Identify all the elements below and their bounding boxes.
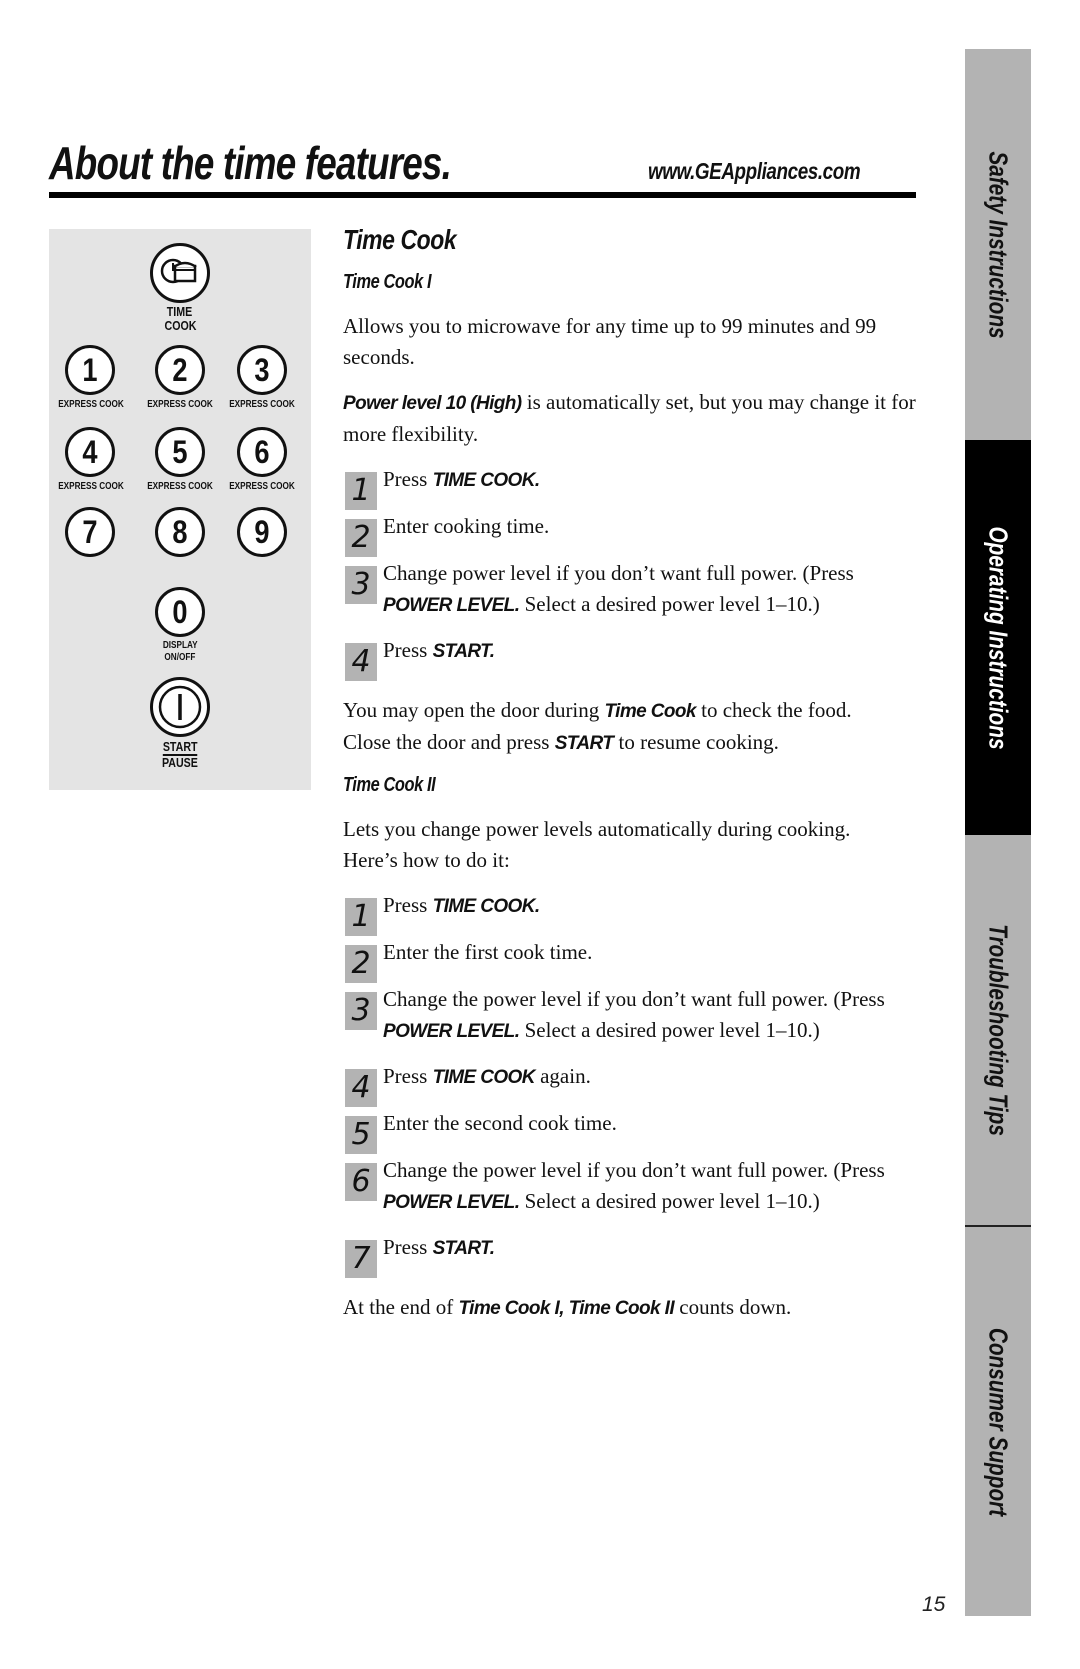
section-title: Time Cook xyxy=(343,224,457,255)
step-number-badge: 3 xyxy=(345,566,377,604)
step-number-badge: 1 xyxy=(345,472,377,510)
step-number-badge: 7 xyxy=(345,1240,377,1278)
key-1-label: EXPRESS COOK xyxy=(58,399,124,410)
step-item: 2 Enter the first cook time. xyxy=(343,937,923,983)
power-icon xyxy=(158,685,202,729)
step-number-badge: 4 xyxy=(345,643,377,681)
step-number-badge: 6 xyxy=(345,1163,377,1201)
step-item: 3 Change the power level if you don’t wa… xyxy=(343,984,943,1047)
key-3-label: EXPRESS COOK xyxy=(229,399,295,410)
key-4[interactable]: 4 xyxy=(65,427,115,477)
key-6[interactable]: 6 xyxy=(237,427,287,477)
time-cook-key[interactable] xyxy=(150,243,210,303)
website-url[interactable]: www.GEAppliances.com xyxy=(648,158,861,184)
content-column: Time Cook Time Cook I Allows you to micr… xyxy=(343,224,923,1338)
key-4-label: EXPRESS COOK xyxy=(58,481,124,492)
keypad-illustration: TIME COOK 1 2 3 EXPRESS COOK EXPRESS COOK… xyxy=(49,229,311,790)
power-level-note: Power level 10 (High) is automatically s… xyxy=(343,390,916,446)
clock-dish-icon xyxy=(160,258,197,284)
time-cook-1-intro: Allows you to microwave for any time up … xyxy=(343,314,877,369)
section-tabs: Safety Instructions Operating Instructio… xyxy=(965,49,1031,1616)
key-2-label: EXPRESS COOK xyxy=(147,399,213,410)
key-1[interactable]: 1 xyxy=(65,345,115,395)
step-item: 6 Change the power level if you don’t wa… xyxy=(343,1155,943,1218)
tab-operating-instructions[interactable]: Operating Instructions xyxy=(965,440,1031,835)
start-pause-key[interactable] xyxy=(150,677,210,737)
step-number-badge: 4 xyxy=(345,1069,377,1107)
key-8[interactable]: 8 xyxy=(155,507,205,557)
step-item: 1 Press TIME COOK. xyxy=(343,890,923,936)
step-number-badge: 2 xyxy=(345,945,377,983)
page-number: 15 xyxy=(922,1593,946,1616)
start-pause-label: START PAUSE xyxy=(162,739,198,770)
step-number-badge: 3 xyxy=(345,992,377,1030)
door-note: You may open the door during Time Cook t… xyxy=(343,698,852,754)
key-3[interactable]: 3 xyxy=(237,345,287,395)
step-item: 4 Press TIME COOK again. xyxy=(343,1061,923,1107)
step-item: 2 Enter cooking time. xyxy=(343,511,923,557)
time-cook-2-intro: Lets you change power levels automatical… xyxy=(343,817,851,872)
key-5-label: EXPRESS COOK xyxy=(147,481,213,492)
step-item: 3 Change power level if you don’t want f… xyxy=(343,558,903,621)
tab-safety-instructions[interactable]: Safety Instructions xyxy=(965,49,1031,440)
subsection-title-time-cook-1: Time Cook I xyxy=(343,271,432,293)
time-cook-label: TIME COOK xyxy=(164,304,196,333)
key-6-label: EXPRESS COOK xyxy=(229,481,295,492)
step-item: 5 Enter the second cook time. xyxy=(343,1108,923,1154)
countdown-note: At the end of Time Cook I, Time Cook II … xyxy=(343,1295,792,1319)
key-9[interactable]: 9 xyxy=(237,507,287,557)
tab-troubleshooting-tips[interactable]: Troubleshooting Tips xyxy=(965,835,1031,1225)
tab-consumer-support[interactable]: Consumer Support xyxy=(965,1227,1031,1616)
step-item: 7 Press START. xyxy=(343,1232,923,1278)
step-item: 1 Press TIME COOK. xyxy=(343,464,923,510)
header-rule xyxy=(49,192,916,198)
time-cook-1-steps: 1 Press TIME COOK. 2 Enter cooking time.… xyxy=(343,464,923,681)
key-0[interactable]: 0 xyxy=(155,587,205,637)
step-number-badge: 5 xyxy=(345,1116,377,1154)
time-cook-2-steps: 1 Press TIME COOK. 2 Enter the first coo… xyxy=(343,890,923,1278)
subsection-title-time-cook-2: Time Cook II xyxy=(343,774,436,796)
page-title: About the time features. xyxy=(49,137,452,189)
key-2[interactable]: 2 xyxy=(155,345,205,395)
key-7[interactable]: 7 xyxy=(65,507,115,557)
step-item: 4 Press START. xyxy=(343,635,923,681)
step-number-badge: 1 xyxy=(345,898,377,936)
step-number-badge: 2 xyxy=(345,519,377,557)
key-5[interactable]: 5 xyxy=(155,427,205,477)
display-on-off-label: DISPLAY ON/OFF xyxy=(162,640,198,663)
